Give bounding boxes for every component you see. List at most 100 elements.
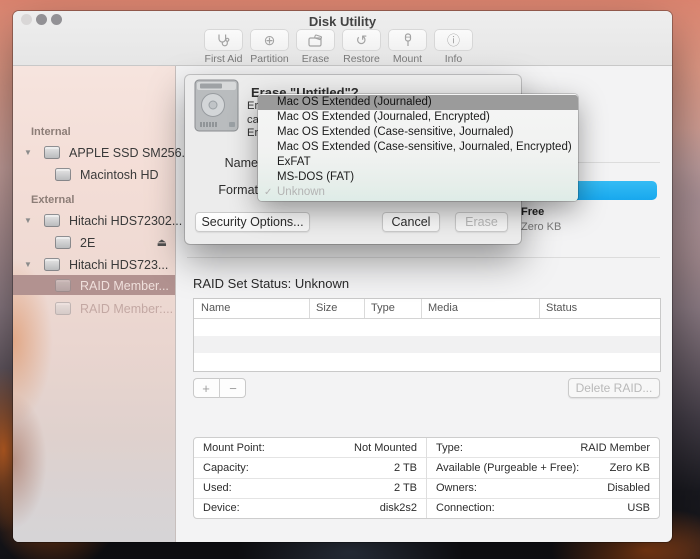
format-field-label: Format — [218, 183, 258, 197]
info-row-used: Used: 2 TB — [194, 479, 426, 499]
info-label: Device: — [203, 502, 240, 515]
titlebar: Disk Utility First Aid ⊕ Partition Erase… — [13, 11, 672, 66]
menu-item-mac-os-extended-journaled[interactable]: Mac OS Extended (Journaled) — [258, 95, 578, 110]
menu-item-mac-os-extended-journaled-encrypted[interactable]: Mac OS Extended (Journaled, Encrypted) — [258, 110, 578, 125]
window-title: Disk Utility — [308, 14, 377, 29]
menu-item-ms-dos-fat[interactable]: MS-DOS (FAT) — [258, 170, 578, 185]
info-label: Owners: — [436, 482, 477, 495]
info-row-mount-point: Mount Point: Not Mounted — [194, 438, 426, 459]
delete-raid-button[interactable]: Delete RAID... — [568, 378, 660, 398]
sidebar-section-internal: Internal — [31, 126, 71, 138]
menu-item-unknown[interactable]: ✓ Unknown — [258, 185, 578, 200]
raid-set-status: RAID Set Status: Unknown — [193, 276, 350, 291]
toolbar-label: Info — [444, 53, 463, 65]
mount-button[interactable]: Mount — [388, 29, 427, 65]
erase-button[interactable]: Erase — [296, 29, 335, 65]
first-aid-button[interactable]: First Aid — [204, 29, 243, 65]
info-row-available: Available (Purgeable + Free): Zero KB — [427, 458, 659, 479]
menu-item-exfat[interactable]: ExFAT — [258, 155, 578, 170]
menu-item-mac-os-extended-case-sensitive[interactable]: Mac OS Extended (Case-sensitive, Journal… — [258, 125, 578, 140]
info-row-capacity: Capacity: 2 TB — [194, 458, 426, 479]
info-label: Type: — [436, 441, 463, 454]
security-options-button[interactable]: Security Options... — [195, 212, 310, 232]
volume-icon — [55, 236, 71, 249]
free-legend-label: Free — [521, 206, 545, 218]
format-dropdown-menu: Mac OS Extended (Journaled) Mac OS Exten… — [258, 94, 578, 201]
sidebar-item-label: RAID Member:... — [80, 301, 174, 316]
sidebar-item-label: Macintosh HD — [80, 167, 159, 182]
column-header-size: Size — [316, 302, 338, 314]
volume-icon — [55, 168, 71, 181]
raid-members-table[interactable]: Name Size Type Media Status — [193, 298, 661, 372]
info-row-connection: Connection: USB — [427, 499, 659, 518]
info-value: USB — [627, 502, 650, 515]
info-value: Not Mounted — [354, 441, 417, 454]
volume-icon — [55, 279, 71, 292]
info-row-device: Device: disk2s2 — [194, 499, 426, 518]
sidebar-item-apple-ssd[interactable]: ▼ APPLE SSD SM256... — [13, 143, 192, 162]
sidebar-item-raid-member-selected[interactable]: RAID Member... — [13, 276, 175, 295]
sidebar-item-label: Hitachi HDS723... — [69, 257, 169, 272]
table-row — [194, 353, 660, 370]
sidebar-item-label: Hitachi HDS72302... — [69, 213, 183, 228]
disclosure-triangle-icon[interactable]: ▼ — [24, 260, 32, 269]
erase-disk-icon — [308, 34, 323, 47]
disk-icon — [44, 258, 60, 271]
erase-confirm-button[interactable]: Erase — [455, 212, 508, 232]
column-divider — [309, 299, 310, 318]
column-divider — [421, 299, 422, 318]
partition-button[interactable]: ⊕ Partition — [250, 29, 289, 65]
volume-icon — [55, 302, 71, 315]
add-raid-button[interactable]: + — [193, 378, 220, 398]
restore-arrow-icon: ↺ — [355, 32, 368, 48]
info-column-right: Type: RAID Member Available (Purgeable +… — [427, 438, 659, 518]
toolbar-label: Partition — [250, 53, 289, 65]
disclosure-triangle-icon[interactable]: ▼ — [24, 148, 32, 157]
toolbar-label: Mount — [392, 53, 423, 65]
column-divider — [539, 299, 540, 318]
cancel-button[interactable]: Cancel — [382, 212, 440, 232]
info-button[interactable]: ⓘ Info — [434, 29, 473, 65]
disk-info-panel: Mount Point: Not Mounted Capacity: 2 TB … — [193, 437, 660, 519]
menu-item-mac-os-extended-case-sensitive-encrypted[interactable]: Mac OS Extended (Case-sensitive, Journal… — [258, 140, 578, 155]
checkmark-icon: ✓ — [264, 187, 273, 198]
table-header: Name Size Type Media Status — [194, 299, 660, 319]
table-row — [194, 336, 660, 353]
toolbar-label: Erase — [301, 53, 330, 65]
remove-raid-button[interactable]: − — [220, 378, 246, 398]
column-header-status: Status — [546, 302, 578, 314]
column-divider — [364, 299, 365, 318]
hard-drive-icon — [193, 78, 240, 138]
disk-icon — [44, 214, 60, 227]
column-header-type: Type — [371, 302, 395, 314]
sidebar-item-macintosh-hd[interactable]: Macintosh HD — [13, 165, 175, 184]
info-value: Zero KB — [609, 461, 650, 474]
info-circle-icon: ⓘ — [446, 32, 460, 48]
info-label: Used: — [203, 482, 232, 495]
restore-button[interactable]: ↺ Restore — [342, 29, 381, 65]
info-row-type: Type: RAID Member — [427, 438, 659, 459]
free-legend-value: Zero KB — [521, 221, 562, 233]
disk-utility-window: Disk Utility First Aid ⊕ Partition Erase… — [13, 11, 672, 542]
info-value: 2 TB — [393, 482, 417, 495]
column-header-name: Name — [201, 302, 231, 314]
sidebar-item-hitachi-1[interactable]: ▼ Hitachi HDS72302... — [13, 211, 182, 230]
sidebar-item-label: APPLE SSD SM256... — [69, 145, 192, 160]
sidebar-item-2e[interactable]: 2E ⏏ — [13, 233, 175, 252]
info-value: 2 TB — [393, 461, 417, 474]
table-row — [194, 319, 660, 336]
sidebar-item-label: 2E — [80, 235, 96, 250]
toolbar-label: First Aid — [204, 53, 243, 65]
sidebar-item-raid-member-2[interactable]: RAID Member:... — [13, 299, 175, 318]
info-column-left: Mount Point: Not Mounted Capacity: 2 TB … — [194, 438, 427, 518]
name-field-label: Name — [224, 156, 258, 170]
info-label: Connection: — [436, 502, 495, 515]
info-row-owners: Owners: Disabled — [427, 479, 659, 499]
info-label: Mount Point: — [203, 441, 265, 454]
sidebar-item-label: RAID Member... — [80, 278, 169, 293]
eject-icon[interactable]: ⏏ — [157, 236, 167, 249]
disk-icon — [44, 146, 60, 159]
partition-icon: ⊕ — [263, 32, 276, 48]
sidebar-item-hitachi-2[interactable]: ▼ Hitachi HDS723... — [13, 255, 175, 274]
disclosure-triangle-icon[interactable]: ▼ — [24, 216, 32, 225]
